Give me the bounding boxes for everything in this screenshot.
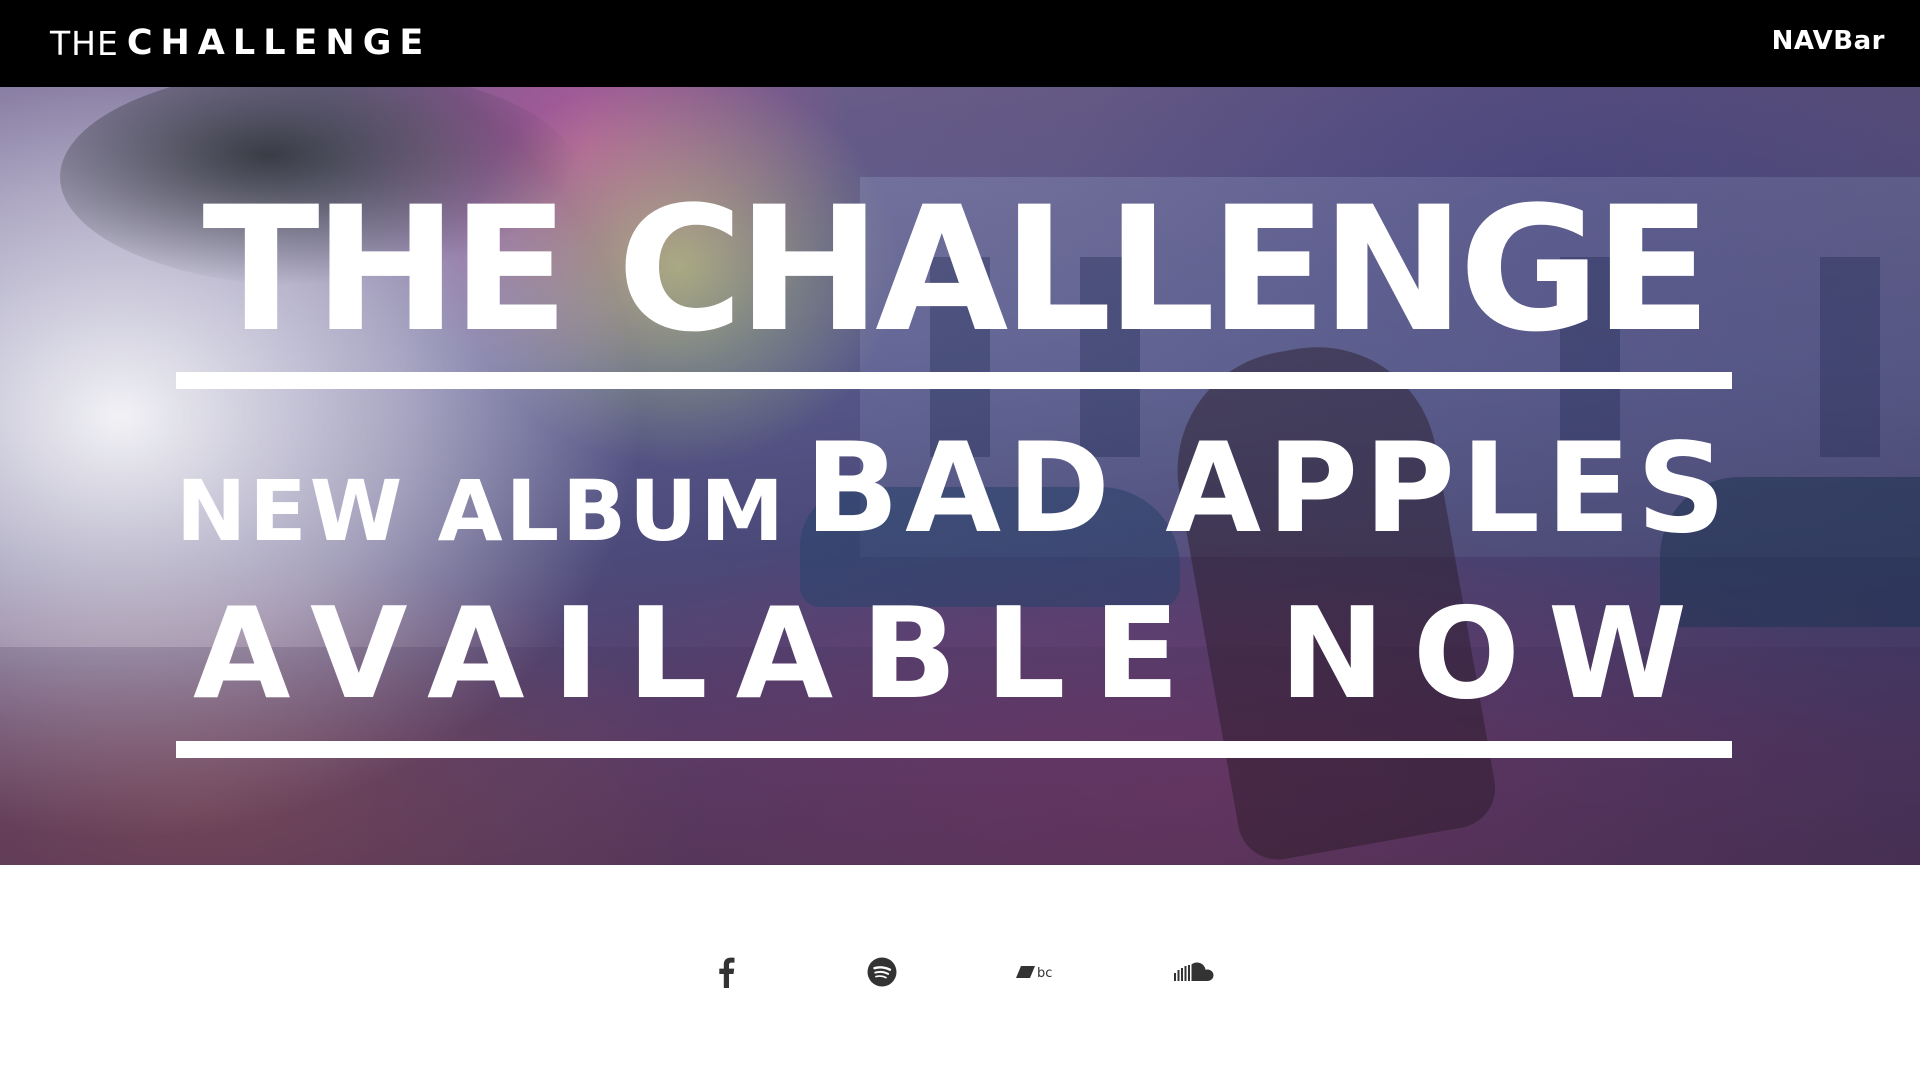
spotify-icon — [867, 957, 897, 987]
facebook-link[interactable] — [700, 945, 752, 999]
brand-name: CHALLENGE — [126, 23, 432, 63]
hero-banner: THE CHALLENGE NEW ALBUM BAD APPLES AVAIL… — [0, 87, 1920, 865]
bandcamp-icon: bc — [1016, 966, 1052, 981]
brand-logo[interactable]: THE CHALLENGE — [50, 22, 431, 64]
top-bar: THE CHALLENGE NAVBar — [0, 0, 1920, 87]
bandcamp-glyph-text: bc — [1037, 966, 1052, 981]
album-name: BAD APPLES — [804, 417, 1732, 561]
album-row: NEW ALBUM BAD APPLES — [176, 417, 1732, 561]
soundcloud-link[interactable] — [1170, 945, 1222, 999]
hero-headline: THE CHALLENGE NEW ALBUM BAD APPLES AVAIL… — [176, 87, 1732, 865]
spotify-link[interactable] — [856, 945, 908, 999]
navbar-menu-link[interactable]: NAVBar — [1772, 26, 1885, 56]
brand-prefix: THE — [50, 23, 119, 63]
bandcamp-link[interactable]: bc — [1012, 945, 1064, 999]
new-album-label: NEW ALBUM — [176, 462, 787, 560]
hero-title: THE CHALLENGE — [202, 169, 1711, 370]
headline-rule-top — [176, 372, 1732, 389]
availability-text: AVAILABLE NOW — [193, 580, 1715, 727]
soundcloud-icon — [1174, 962, 1214, 981]
facebook-icon — [719, 957, 735, 988]
headline-rule-bottom — [176, 741, 1732, 758]
social-links: bc — [0, 865, 1920, 1080]
